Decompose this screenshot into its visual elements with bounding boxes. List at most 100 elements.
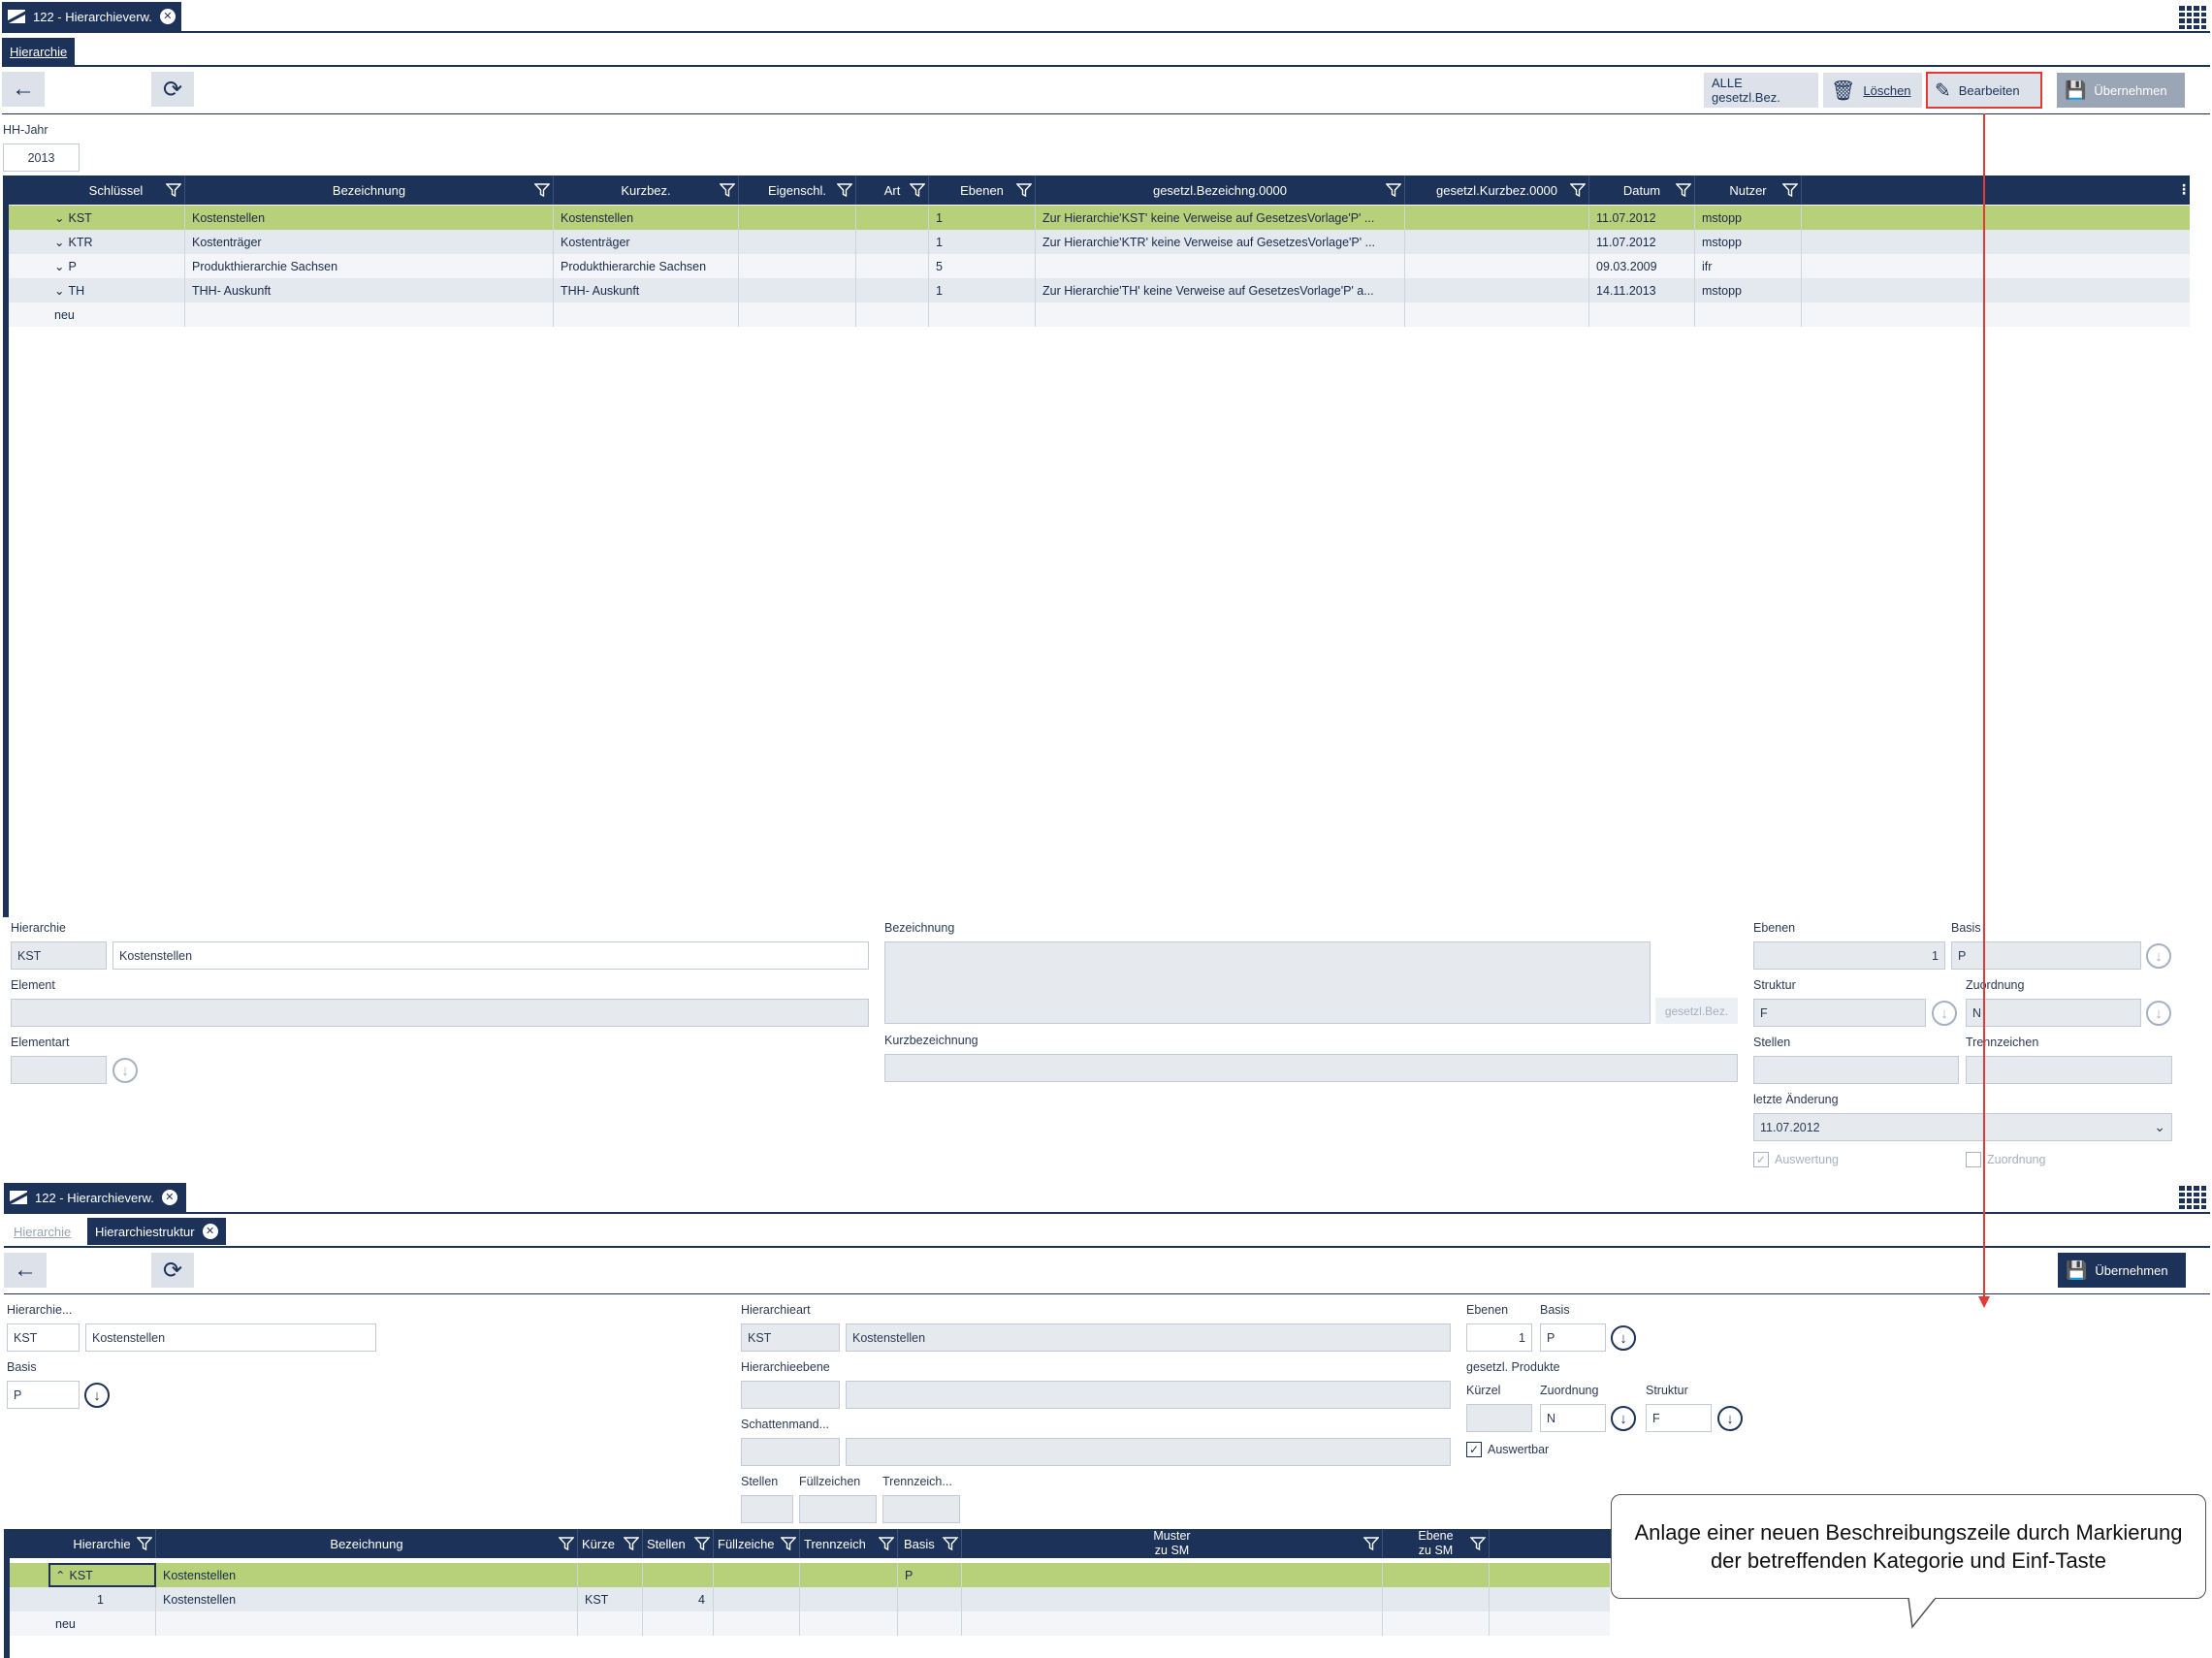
table-row-new[interactable]: neu	[9, 303, 2190, 327]
app-grid-icon[interactable]	[2179, 1186, 2206, 1209]
kurzbez-field[interactable]	[884, 1054, 1738, 1082]
arrow-down-icon[interactable]: ↓	[1611, 1325, 1636, 1351]
filter-icon[interactable]	[943, 1536, 958, 1551]
col-header[interactable]: Basis	[898, 1529, 962, 1558]
back-button[interactable]: ←	[4, 1253, 47, 1288]
filter-icon[interactable]	[720, 182, 735, 198]
col-header[interactable]: Bezeichnung	[185, 175, 554, 205]
table-row[interactable]: ⌄ KTR Kostenträger Kostenträger 1 Zur Hie…	[9, 230, 2190, 254]
basis-field[interactable]: P	[7, 1381, 80, 1409]
apply-button[interactable]: 💾 Übernehmen	[2058, 1253, 2186, 1288]
auswertung-checkbox[interactable]: ✓ Auswertung	[1753, 1152, 1839, 1167]
element-field[interactable]	[11, 999, 869, 1027]
delete-button[interactable]: 🗑 Löschen	[1823, 73, 1922, 108]
fuellzeichen-field[interactable]	[799, 1495, 877, 1523]
table-row[interactable]: 1 Kostenstellen KST 4	[10, 1587, 1610, 1611]
table-row[interactable]: ⌄ KST Kostenstellen Kostenstellen 1 Zur H…	[9, 206, 2190, 230]
hierarchie-code-field[interactable]: KST	[11, 941, 107, 970]
refresh-button[interactable]: ⟳	[151, 1253, 194, 1288]
col-header[interactable]: Datum	[1589, 175, 1695, 205]
filter-icon[interactable]	[781, 1536, 796, 1551]
hierarchieart-name-field[interactable]: Kostenstellen	[846, 1323, 1451, 1352]
tab-hierarchie[interactable]: Hierarchie	[2, 38, 76, 65]
arrow-down-icon[interactable]: ↓	[84, 1383, 110, 1408]
close-icon[interactable]: ✕	[159, 9, 176, 24]
trennzeichen-field[interactable]	[1966, 1056, 2172, 1084]
hierarchie-code-field[interactable]: KST	[7, 1323, 80, 1352]
zuordnung-checkbox[interactable]: Zuordnung	[1966, 1152, 2045, 1167]
all-legal-names-button[interactable]: ALLE gesetzl.Bez.	[1704, 73, 1818, 108]
zuordnung-field[interactable]: N	[1966, 999, 2141, 1027]
col-header[interactable]: Ebenen	[929, 175, 1036, 205]
chevron-up-icon[interactable]: ⌃	[55, 1568, 65, 1582]
col-header[interactable]: Ebene zu SM	[1383, 1529, 1490, 1558]
auswertbar-checkbox[interactable]: ✓ Auswertbar	[1466, 1442, 1549, 1457]
arrow-down-icon[interactable]: ↓	[1717, 1406, 1743, 1431]
chevron-down-icon[interactable]: ⌄	[54, 235, 64, 249]
col-header[interactable]: Bezeichnung	[156, 1529, 578, 1558]
elementart-field[interactable]	[11, 1056, 107, 1084]
hierarchie-name-field[interactable]: Kostenstellen	[85, 1323, 376, 1352]
schattenmandant-name-field[interactable]	[846, 1438, 1451, 1466]
filter-icon[interactable]	[1016, 182, 1032, 198]
filter-icon[interactable]	[137, 1536, 152, 1551]
chevron-down-icon[interactable]: ⌄	[54, 283, 64, 298]
hhjahr-field[interactable]: 2013	[3, 143, 80, 172]
table-row[interactable]: ⌃ KST Kostenstellen P	[10, 1563, 1610, 1587]
hierarchie-name-field[interactable]: Kostenstellen	[112, 941, 869, 970]
filter-icon[interactable]	[1570, 182, 1586, 198]
struktur-field[interactable]: F	[1646, 1404, 1712, 1432]
filter-icon[interactable]	[559, 1536, 574, 1551]
arrow-down-icon[interactable]: ↓	[2146, 1001, 2171, 1026]
col-header[interactable]: Kürze	[578, 1529, 643, 1558]
arrow-down-icon[interactable]: ↓	[2146, 943, 2171, 969]
hierarchieebene-code-field[interactable]	[741, 1381, 840, 1409]
col-header[interactable]: Kurzbez.	[554, 175, 739, 205]
basis-field[interactable]: P	[1951, 941, 2141, 970]
filter-icon[interactable]	[1676, 182, 1691, 198]
filter-icon[interactable]	[624, 1536, 639, 1551]
zuordnung-field[interactable]: N	[1540, 1404, 1606, 1432]
edit-button[interactable]: ✎ Bearbeiten	[1926, 72, 2042, 109]
filter-icon[interactable]	[694, 1536, 710, 1551]
table-row[interactable]: ⌄ P Produkthierarchie Sachsen Produkthier…	[9, 254, 2190, 278]
apply-button[interactable]: 💾 Übernehmen	[2057, 73, 2185, 108]
col-header[interactable]: gesetzl.Bezeichng.0000	[1036, 175, 1405, 205]
filter-icon[interactable]	[1363, 1536, 1379, 1551]
stellen-field[interactable]	[741, 1495, 793, 1523]
struktur-field[interactable]: F	[1753, 999, 1926, 1027]
refresh-button[interactable]: ⟳	[151, 72, 194, 107]
legal-name-button[interactable]: gesetzl.Bez.	[1655, 998, 1738, 1024]
filter-icon[interactable]	[837, 182, 852, 198]
arrow-down-icon[interactable]: ↓	[1932, 1001, 1957, 1026]
more-icon[interactable]: ⋮	[2177, 181, 2191, 198]
col-header[interactable]: Schlüssel	[48, 175, 185, 205]
bezeichnung-field[interactable]	[884, 941, 1651, 1024]
col-header[interactable]: Muster zu SM	[962, 1529, 1383, 1558]
col-header[interactable]: gesetzl.Kurzbez.0000	[1405, 175, 1589, 205]
trennzeichen-field[interactable]	[882, 1495, 960, 1523]
chevron-down-icon[interactable]: ⌄	[54, 259, 64, 273]
filter-icon[interactable]	[910, 182, 925, 198]
col-header[interactable]: Hierarchie	[48, 1529, 156, 1558]
col-header[interactable]: Stellen	[643, 1529, 714, 1558]
filter-icon[interactable]	[1386, 182, 1401, 198]
filter-icon[interactable]	[166, 182, 181, 198]
filter-icon[interactable]	[534, 182, 550, 198]
col-header[interactable]: Nutzer	[1695, 175, 1802, 205]
table-row[interactable]: ⌄ TH THH- Auskunft THH- Auskunft 1 Zur Hi…	[9, 278, 2190, 303]
window-tab[interactable]: 122 - Hierarchieverw. ✕	[2, 2, 181, 31]
ebenen-field[interactable]: 1	[1466, 1323, 1532, 1352]
filter-icon[interactable]	[1782, 182, 1798, 198]
letzte-aenderung-select[interactable]: 11.07.2012 ⌄	[1753, 1113, 2172, 1141]
col-header[interactable]: Trennzeich	[800, 1529, 898, 1558]
close-icon[interactable]: ✕	[161, 1190, 177, 1205]
table-row-new[interactable]: neu	[10, 1611, 1610, 1636]
arrow-down-icon[interactable]: ↓	[1611, 1406, 1636, 1431]
tab-hierarchiestruktur[interactable]: Hierarchiestruktur ✕	[87, 1218, 226, 1245]
tab-hierarchie[interactable]: Hierarchie	[6, 1218, 79, 1245]
ebenen-field[interactable]: 1	[1753, 941, 1945, 970]
basis-field[interactable]: P	[1540, 1323, 1606, 1352]
col-header[interactable]: Art	[856, 175, 929, 205]
app-grid-icon[interactable]	[2179, 6, 2206, 29]
